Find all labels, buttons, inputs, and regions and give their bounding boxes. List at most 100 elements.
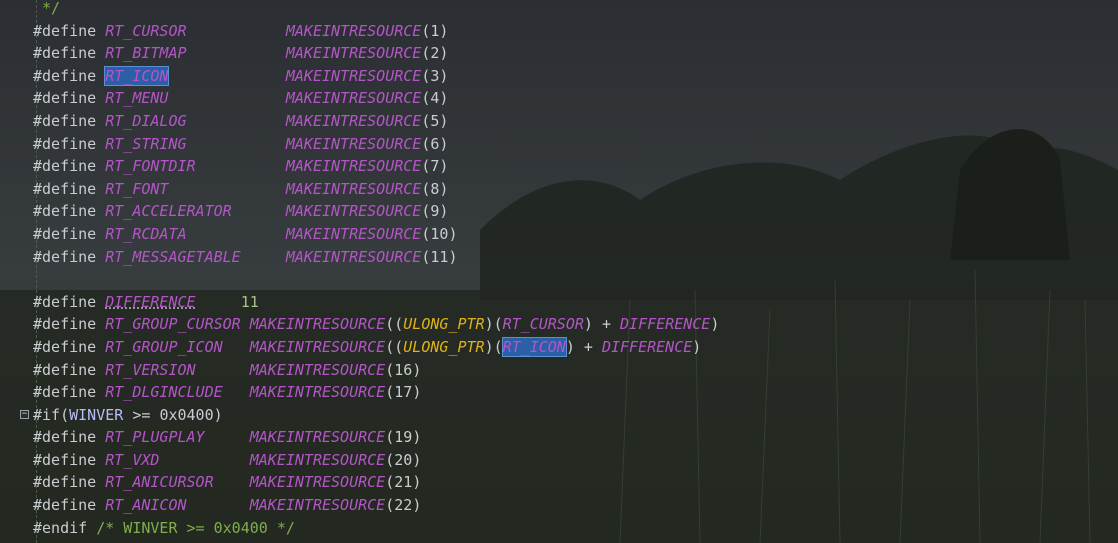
code-line[interactable]: */ xyxy=(33,0,1113,20)
code-punct xyxy=(33,0,42,17)
code-line[interactable]: #define RT_ANICON MAKEINTRESOURCE(22) xyxy=(33,494,1113,517)
code-line[interactable]: #endif /* WINVER >= 0x0400 */ xyxy=(33,517,1113,540)
define-keyword: #define xyxy=(33,157,106,176)
define-keyword: #define xyxy=(33,44,106,63)
code-punct: (( xyxy=(385,337,404,356)
macro-name: RT_MENU xyxy=(105,89,169,108)
code-line[interactable]: #define RT_VXD MAKEINTRESOURCE(20) xyxy=(33,449,1113,472)
macro-call: MAKEINTRESOURCE xyxy=(285,21,422,40)
code-line[interactable] xyxy=(33,268,1113,291)
code-punct: ) xyxy=(439,21,449,40)
code-line[interactable]: #define RT_CURSOR MAKEINTRESOURCE(1) xyxy=(33,20,1113,43)
code-line[interactable]: #define RT_STRING MAKEINTRESOURCE(6) xyxy=(33,133,1113,156)
macro-call: MAKEINTRESOURCE xyxy=(249,383,386,402)
macro-call: MAKEINTRESOURCE xyxy=(249,450,386,469)
fold-toggle-icon[interactable]: − xyxy=(20,410,29,419)
code-line[interactable]: #define RT_ANICURSOR MAKEINTRESOURCE(21) xyxy=(33,471,1113,494)
code-punct: ) xyxy=(439,157,449,176)
define-keyword: #define xyxy=(33,496,106,515)
macro-call: MAKEINTRESOURCE xyxy=(285,134,422,153)
code-punct xyxy=(33,270,42,288)
code-punct: ) xyxy=(439,44,449,63)
code-line[interactable]: #define RT_RCDATA MAKEINTRESOURCE(10) xyxy=(33,223,1113,246)
macro-name: RT_DLGINCLUDE xyxy=(105,383,223,402)
code-punct: ) xyxy=(439,89,449,108)
define-keyword: #define xyxy=(33,315,106,334)
macro-call: MAKEINTRESOURCE xyxy=(249,360,386,379)
code-line[interactable]: #define DIFFERENCE 11 xyxy=(33,291,1113,314)
code-punct: ) xyxy=(412,383,422,402)
code-line[interactable]: #define RT_VERSION MAKEINTRESOURCE(16) xyxy=(33,359,1113,382)
code-punct: ) xyxy=(710,315,720,334)
code-punct: ) xyxy=(448,224,458,243)
code-punct: ( xyxy=(385,428,395,447)
code-editor[interactable]: */#define RT_CURSOR MAKEINTRESOURCE(1) #d… xyxy=(33,0,1113,539)
define-keyword: #define xyxy=(33,224,106,243)
code-line[interactable]: #define RT_FONT MAKEINTRESOURCE(8) xyxy=(33,178,1113,201)
code-line[interactable]: #define RT_MENU MAKEINTRESOURCE(4) xyxy=(33,87,1113,110)
code-punct: ) + xyxy=(565,337,602,356)
macro-call: MAKEINTRESOURCE xyxy=(249,315,386,334)
code-line[interactable]: #define RT_PLUGPLAY MAKEINTRESOURCE(19) xyxy=(33,426,1113,449)
code-punct: ) xyxy=(692,337,702,356)
macro-call: MAKEINTRESOURCE xyxy=(285,202,422,221)
macro-arg: 20 xyxy=(394,450,413,469)
code-punct: ) xyxy=(412,360,422,379)
define-keyword: #define xyxy=(33,360,106,379)
code-line[interactable]: #define RT_DLGINCLUDE MAKEINTRESOURCE(17… xyxy=(33,381,1113,404)
code-line[interactable]: #define RT_ICON MAKEINTRESOURCE(3) xyxy=(33,65,1113,88)
macro-call: MAKEINTRESOURCE xyxy=(285,224,422,243)
code-line[interactable]: #if(WINVER >= 0x0400) xyxy=(33,404,1113,427)
comment-text: */ xyxy=(42,0,61,17)
macro-ref: DIFFERENCE xyxy=(620,315,711,334)
code-line[interactable]: #define RT_ACCELERATOR MAKEINTRESOURCE(9… xyxy=(33,200,1113,223)
define-keyword: #define xyxy=(33,89,106,108)
operator: >= xyxy=(123,405,160,424)
macro-name: RT_ANICON xyxy=(105,496,187,515)
macro-name: DIFFERENCE xyxy=(105,292,196,311)
macro-arg: 16 xyxy=(394,360,413,379)
code-line[interactable]: #define RT_GROUP_CURSOR MAKEINTRESOURCE(… xyxy=(33,313,1113,336)
macro-call: MAKEINTRESOURCE xyxy=(285,89,422,108)
code-punct: ) xyxy=(439,202,449,221)
code-punct: )( xyxy=(484,337,503,356)
code-punct: ) xyxy=(439,111,449,130)
code-line[interactable]: #define RT_FONTDIR MAKEINTRESOURCE(7) xyxy=(33,155,1113,178)
code-line[interactable]: #define RT_BITMAP MAKEINTRESOURCE(2) xyxy=(33,42,1113,65)
paren: ) xyxy=(213,405,223,424)
define-keyword: #define xyxy=(33,111,106,130)
code-punct: ) xyxy=(448,247,458,266)
macro-name: RT_ICON xyxy=(104,65,170,86)
macro-name: RT_GROUP_ICON xyxy=(105,337,223,356)
macro-arg: 22 xyxy=(394,496,413,515)
macro-call: MAKEINTRESOURCE xyxy=(249,473,386,492)
macro-call: MAKEINTRESOURCE xyxy=(249,428,386,447)
code-line[interactable]: #define RT_DIALOG MAKEINTRESOURCE(5) xyxy=(33,110,1113,133)
define-keyword: #define xyxy=(33,337,106,356)
code-line[interactable]: #define RT_GROUP_ICON MAKEINTRESOURCE((U… xyxy=(33,336,1113,359)
macro-call: MAKEINTRESOURCE xyxy=(285,179,422,198)
macro-name: RT_VERSION xyxy=(105,360,196,379)
macro-arg: 11 xyxy=(430,247,449,266)
code-punct: )( xyxy=(484,315,503,334)
if-keyword: #if( xyxy=(33,405,70,424)
macro-name: RT_CURSOR xyxy=(105,21,187,40)
code-line[interactable]: #define RT_MESSAGETABLE MAKEINTRESOURCE(… xyxy=(33,246,1113,269)
macro-name: RT_DIALOG xyxy=(105,111,187,130)
macro-name: RT_PLUGPLAY xyxy=(105,428,205,447)
identifier: WINVER xyxy=(69,405,124,424)
macro-call: MAKEINTRESOURCE xyxy=(285,111,422,130)
